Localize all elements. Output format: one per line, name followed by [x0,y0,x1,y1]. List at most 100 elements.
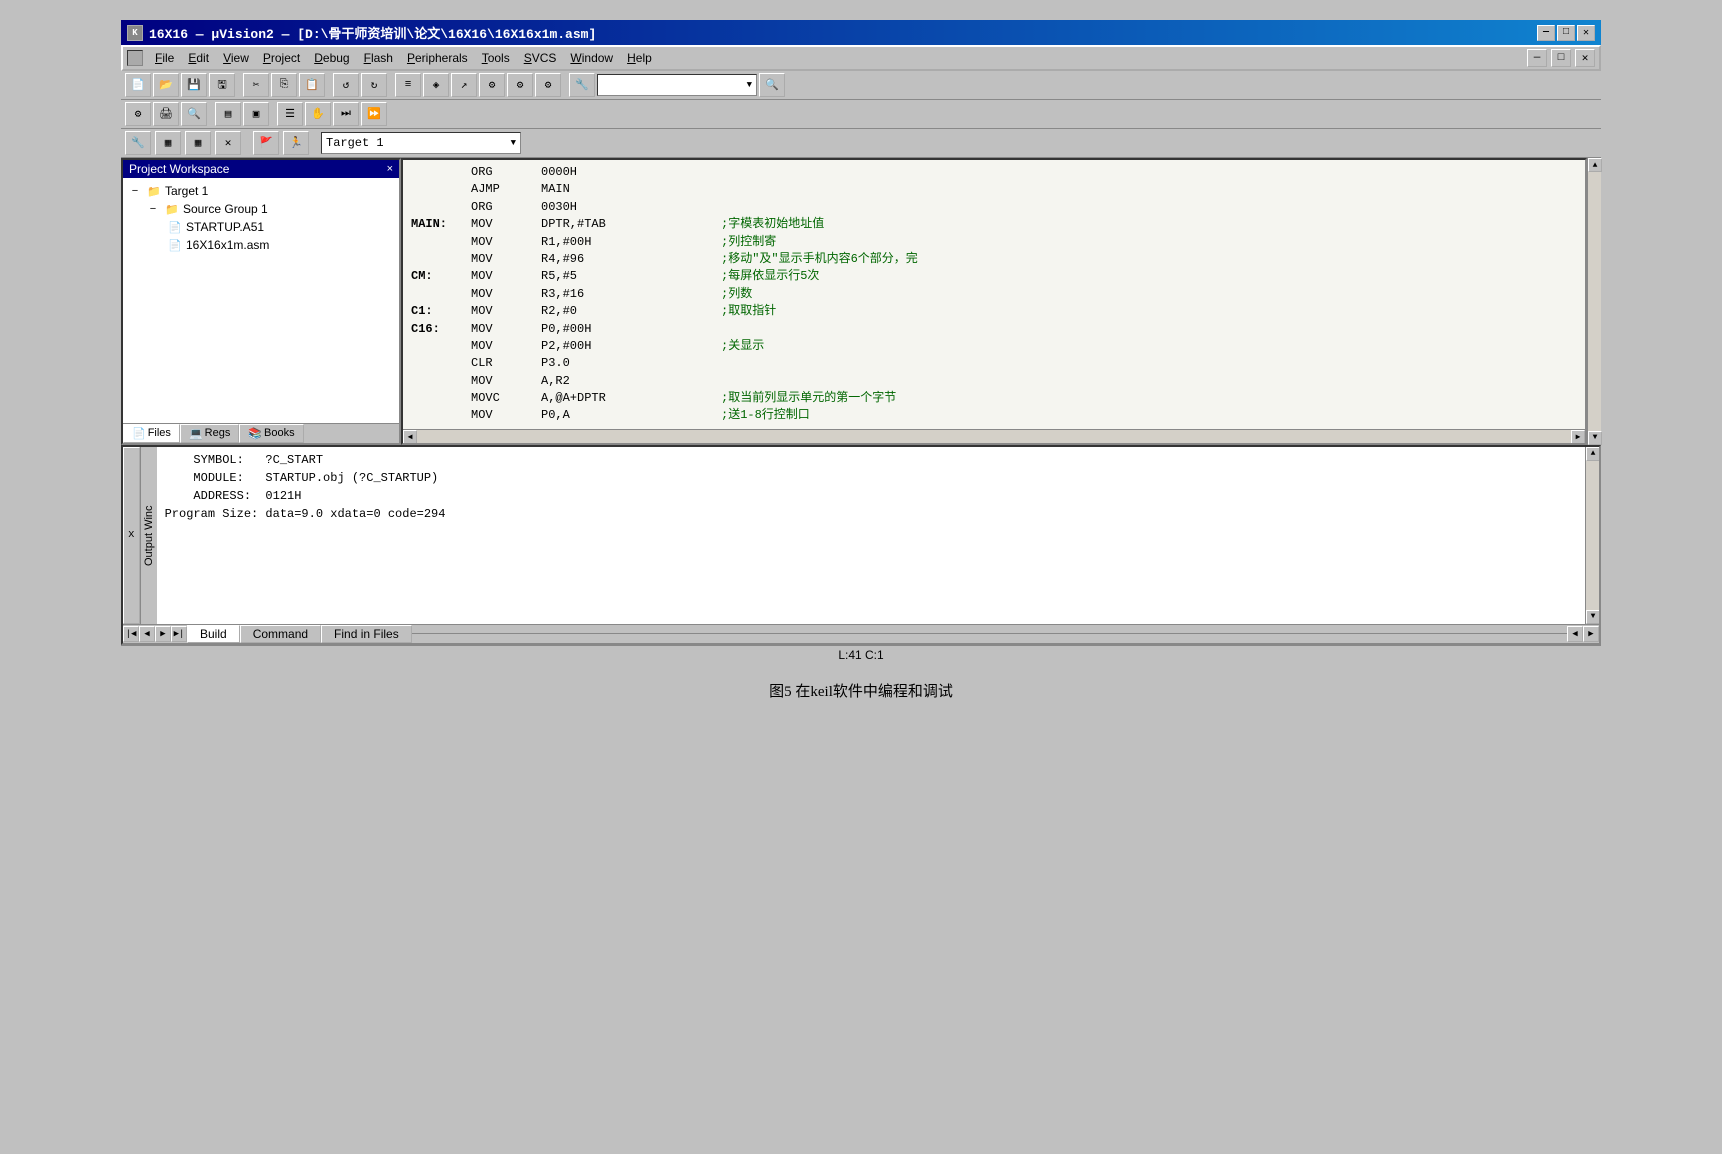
pw-tab-regs[interactable]: 💻 Regs [180,424,239,443]
cut-btn[interactable]: ✂ [243,73,269,97]
code-vscrollbar[interactable]: ▲ ▼ [1587,158,1601,445]
out-tab-build[interactable]: Build [187,625,240,643]
output-x-label[interactable]: x [123,447,140,624]
tb2-btn7[interactable]: ✋ [305,102,331,126]
out-nav-prev[interactable]: ◀ [139,626,155,642]
pw-tab-books[interactable]: 📚 Books [239,424,303,443]
menu-help[interactable]: Help [621,49,658,67]
code-line: MAIN:MOVDPTR,#TAB;字模表初始地址值 [411,216,1577,233]
minimize-button[interactable]: — [1537,25,1555,41]
out-hscroll-left[interactable]: ◀ [1567,626,1583,642]
code-mnemonic: MOV [471,234,541,251]
tree-target1[interactable]: − 📁 Target 1 [127,182,395,200]
tb-btn-12[interactable]: ⚙ [479,73,505,97]
menu-close-btn[interactable]: ✕ [1575,49,1595,67]
tb2-btn9[interactable]: ⏩ [361,102,387,126]
menu-svcs[interactable]: SVCS [518,49,563,67]
pw-tabs: 📄 Files 💻 Regs 📚 Books [123,423,399,443]
out-vscroll-track[interactable] [1586,461,1599,610]
target-tb-btn4[interactable]: ✕ [215,131,241,155]
code-mnemonic: MOVC [471,390,541,407]
tree-file-startup[interactable]: 📄 STARTUP.A51 [127,218,395,236]
tb-btn-10[interactable]: ◈ [423,73,449,97]
menu-edit[interactable]: Edit [182,49,215,67]
target-tb-btn2[interactable]: ▦ [155,131,181,155]
tb-btn-14[interactable]: ⚙ [535,73,561,97]
out-nav-next[interactable]: ▶ [155,626,171,642]
target-tb-btn1[interactable]: 🔧 [125,131,151,155]
tb-combo-btn[interactable]: 🔧 [569,73,595,97]
undo-btn[interactable]: ↺ [333,73,359,97]
paste-btn[interactable]: 📋 [299,73,325,97]
pw-tab-regs-label: Regs [205,427,231,439]
menu-file[interactable]: File [149,49,180,67]
tb-btn-11[interactable]: ↗ [451,73,477,97]
out-hscroll-right[interactable]: ▶ [1583,626,1599,642]
out-vscroll-down-btn[interactable]: ▼ [1586,610,1599,624]
target-tb-btn3[interactable]: ▦ [185,131,211,155]
redo-btn[interactable]: ↻ [361,73,387,97]
out-tab-findinfiles[interactable]: Find in Files [321,625,412,643]
vscroll-up-btn[interactable]: ▲ [1588,158,1602,172]
tree-file-asm[interactable]: 📄 16X16x1m.asm [127,236,395,254]
tb2-btn8[interactable]: ⏭ [333,102,359,126]
menu-window[interactable]: Window [564,49,619,67]
tb2-btn5[interactable]: ▣ [243,102,269,126]
code-hscrollbar[interactable]: ◀ ▶ [403,429,1585,443]
tb2-btn2[interactable]: 🖨 [153,102,179,126]
hscroll-track[interactable] [417,430,1571,443]
out-tab-command[interactable]: Command [240,625,321,643]
find-combo[interactable]: ▼ [597,74,757,96]
title-bar: K 16X16 — μVision2 — [D:\骨干师资培训\论文\16X16… [121,20,1601,45]
menu-project[interactable]: Project [257,49,306,67]
copy-btn[interactable]: ⎘ [271,73,297,97]
pw-close-btn[interactable]: × [387,163,393,175]
find-combo-arrow[interactable]: ▼ [747,80,752,90]
vscroll-down-btn[interactable]: ▼ [1588,431,1602,445]
save-all-btn[interactable]: 🖫 [209,73,235,97]
menu-tools[interactable]: Tools [476,49,516,67]
output-vscrollbar[interactable]: ▲ ▼ [1585,447,1599,624]
output-line: ADDRESS: 0121H [165,487,1577,505]
code-line: ORG0030H [411,199,1577,216]
out-vscroll-up-btn[interactable]: ▲ [1586,447,1599,461]
target-combo-arrow[interactable]: ▼ [511,138,516,148]
tb-btn-9[interactable]: ≡ [395,73,421,97]
code-editor[interactable]: ORG0000HAJMPMAINORG0030HMAIN:MOVDPTR,#TA… [401,158,1587,445]
menu-debug[interactable]: Debug [308,49,355,67]
code-mnemonic: MOV [471,407,541,424]
menu-restore-btn[interactable]: □ [1551,49,1571,67]
tb2-btn6[interactable]: ☰ [277,102,303,126]
tree-source-group[interactable]: − 📁 Source Group 1 [127,200,395,218]
tb2-btn3[interactable]: 🔍 [181,102,207,126]
new-file-btn[interactable]: 📄 [125,73,151,97]
tree-source-group-label: Source Group 1 [183,202,268,216]
pw-tab-files[interactable]: 📄 Files [123,424,180,443]
tb2-btn4[interactable]: ▤ [215,102,241,126]
menu-minimize-btn[interactable]: — [1527,49,1547,67]
open-btn[interactable]: 📂 [153,73,179,97]
find-btn[interactable]: 🔍 [759,73,785,97]
hscroll-left-btn[interactable]: ◀ [403,430,417,444]
menu-view[interactable]: View [217,49,255,67]
menu-flash[interactable]: Flash [358,49,399,67]
vscroll-track[interactable] [1588,172,1601,431]
target-tb-btn6[interactable]: 🏃 [283,131,309,155]
menu-peripherals[interactable]: Peripherals [401,49,474,67]
code-label: CM: [411,268,471,285]
tb-btn-13[interactable]: ⚙ [507,73,533,97]
maximize-button[interactable]: □ [1557,25,1575,41]
code-line: C16:MOVP0,#00H [411,321,1577,338]
code-comment: ;列控制寄 [721,234,776,251]
tb2-btn1[interactable]: ⚙ [125,102,151,126]
title-bar-text: 16X16 — μVision2 — [D:\骨干师资培训\论文\16X16\1… [149,23,596,42]
close-button[interactable]: ✕ [1577,25,1595,41]
target-combo[interactable]: Target 1 ▼ [321,132,521,154]
code-line: AJMPMAIN [411,181,1577,198]
hscroll-right-btn[interactable]: ▶ [1571,430,1585,444]
code-scroll-area[interactable]: ORG0000HAJMPMAINORG0030HMAIN:MOVDPTR,#TA… [403,160,1585,429]
target-tb-btn5[interactable]: 🚩 [253,131,279,155]
out-nav-last[interactable]: ▶| [171,626,187,642]
out-nav-first[interactable]: |◀ [123,626,139,642]
save-btn[interactable]: 💾 [181,73,207,97]
